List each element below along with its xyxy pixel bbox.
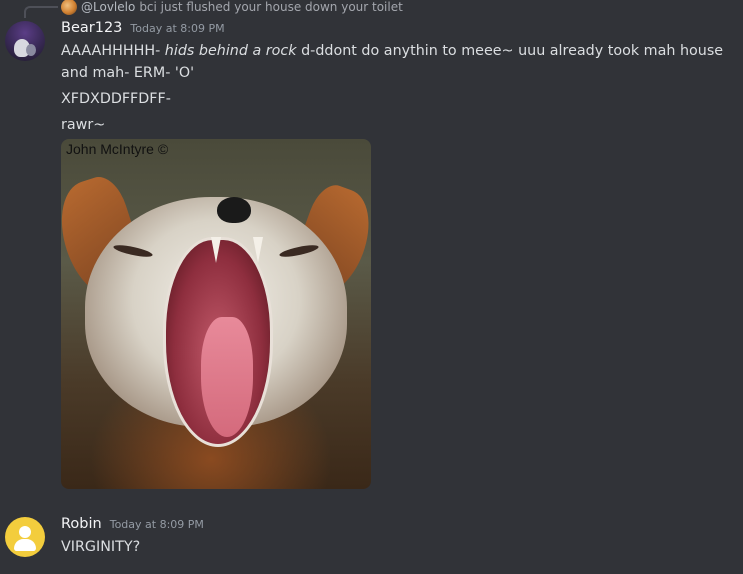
message-text: AAAAHHHHH- hids behind a rock d-ddont do… <box>61 40 731 84</box>
chat-message-list: @Lovlelo bci just flushed your house dow… <box>0 0 743 574</box>
message-text-part: AAAAHHHHH- <box>61 43 161 59</box>
avatar[interactable] <box>5 517 45 557</box>
default-avatar-head <box>19 526 31 538</box>
message-text-part: d-ddont do anythin to meee~ uuu already … <box>61 43 724 81</box>
message-text: rawr~ <box>61 117 106 133</box>
message-text: VIRGINITY? <box>61 539 141 555</box>
username[interactable]: Bear123 <box>61 20 122 36</box>
timestamp[interactable]: Today at 8:09 PM <box>130 22 224 35</box>
image-watermark: John McIntyre © <box>66 141 169 157</box>
reply-text[interactable]: bci just flushed your house down your to… <box>139 0 403 14</box>
message-header: Bear123 Today at 8:09 PM <box>61 20 225 36</box>
username[interactable]: Robin <box>61 516 102 532</box>
message-text-italic: hids behind a rock <box>164 43 297 59</box>
default-avatar-body <box>14 539 36 551</box>
image-attachment[interactable]: John McIntyre © <box>61 139 371 489</box>
avatar-figure-secondary <box>26 44 36 56</box>
reply-preview[interactable]: @Lovlelo bci just flushed your house dow… <box>61 0 403 15</box>
avatar[interactable] <box>5 21 45 61</box>
fox-tongue <box>201 317 253 437</box>
reply-connector <box>24 6 58 18</box>
reply-author-name[interactable]: @Lovlelo <box>81 0 135 14</box>
fox-nose <box>217 197 251 223</box>
message-text: XFDXDDFFDFF- <box>61 91 171 107</box>
reply-author-avatar[interactable] <box>61 0 77 15</box>
timestamp[interactable]: Today at 8:09 PM <box>110 518 204 531</box>
message-header: Robin Today at 8:09 PM <box>61 516 204 532</box>
